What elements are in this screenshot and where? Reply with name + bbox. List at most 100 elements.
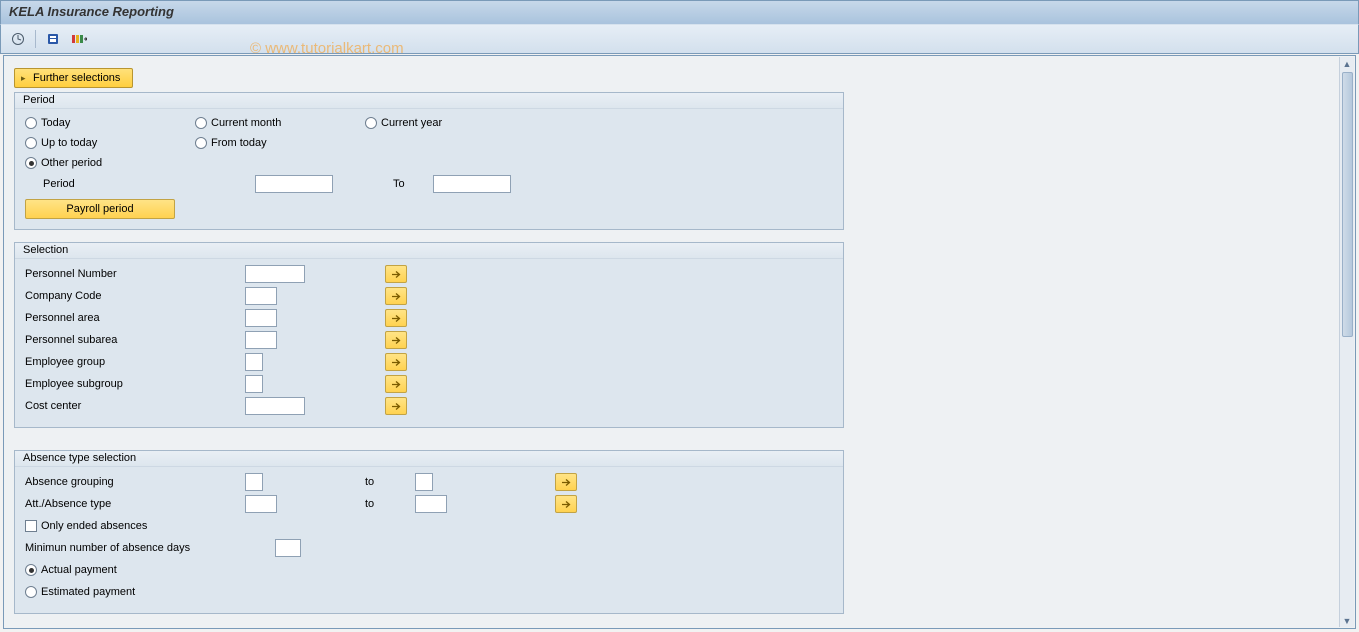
multiple-selection-button[interactable]	[385, 375, 407, 393]
arrow-right-icon	[391, 379, 402, 390]
multiple-selection-button[interactable]	[385, 331, 407, 349]
period-today-label: Today	[41, 117, 70, 129]
att-abs-type-label: Att./Absence type	[25, 498, 245, 510]
payroll-period-button[interactable]: Payroll period	[25, 199, 175, 219]
checkbox-icon	[25, 520, 37, 532]
period-uptotoday-radio[interactable]: Up to today	[25, 137, 195, 149]
radio-icon	[195, 117, 207, 129]
absence-group: Absence type selection Absence grouping …	[14, 450, 844, 614]
period-group-title: Period	[23, 94, 55, 106]
period-fromtoday-label: From today	[211, 137, 267, 149]
radio-icon-selected	[25, 564, 37, 576]
absence-to-label-2: to	[365, 498, 415, 510]
att-abs-type-to-input[interactable]	[415, 495, 447, 513]
att-abs-type-from-input[interactable]	[245, 495, 277, 513]
scroll-down-icon[interactable]: ▼	[1341, 614, 1354, 627]
period-to-label: To	[393, 178, 433, 190]
searchhelp-button[interactable]	[68, 29, 90, 49]
radio-icon	[25, 117, 37, 129]
arrow-right-icon	[391, 291, 402, 302]
selection-row: Employee group	[25, 351, 833, 373]
arrow-right-icon	[391, 313, 402, 324]
period-fromtoday-radio[interactable]: From today	[195, 137, 365, 149]
actual-payment-label: Actual payment	[41, 564, 117, 576]
payroll-period-label: Payroll period	[66, 203, 133, 215]
selection-group-title: Selection	[23, 244, 68, 256]
period-currentmonth-label: Current month	[211, 117, 281, 129]
personnel-area-input[interactable]	[245, 309, 277, 327]
selection-row: Personnel Number	[25, 263, 833, 285]
scroll-thumb[interactable]	[1342, 72, 1353, 337]
selection-label: Personnel subarea	[25, 334, 245, 346]
employee-group-input[interactable]	[245, 353, 263, 371]
absence-group-title: Absence type selection	[23, 452, 136, 464]
min-days-input[interactable]	[275, 539, 301, 557]
scroll-thumb-track[interactable]	[1342, 72, 1353, 612]
multiple-selection-button[interactable]	[385, 287, 407, 305]
radio-icon-selected	[25, 157, 37, 169]
multiple-selection-button[interactable]	[385, 309, 407, 327]
arrow-right-icon	[561, 477, 572, 488]
clock-execute-icon	[11, 32, 25, 46]
period-to-input[interactable]	[433, 175, 511, 193]
orgstructure-button[interactable]	[42, 29, 64, 49]
window-title-bar: KELA Insurance Reporting	[0, 0, 1359, 24]
arrow-right-icon	[561, 499, 572, 510]
personnel-subarea-input[interactable]	[245, 331, 277, 349]
multiple-selection-button[interactable]	[385, 397, 407, 415]
period-group: Period Today Current month Current year …	[14, 92, 844, 230]
further-selections-label: Further selections	[33, 72, 120, 84]
window-title: KELA Insurance Reporting	[9, 4, 174, 19]
estimated-payment-label: Estimated payment	[41, 586, 135, 598]
period-currentmonth-radio[interactable]: Current month	[195, 117, 365, 129]
selection-label: Personnel Number	[25, 268, 245, 280]
content-area: Further selections Period Today Current …	[3, 55, 1356, 629]
selection-label: Personnel area	[25, 312, 245, 324]
radio-icon	[25, 137, 37, 149]
absence-grouping-to-input[interactable]	[415, 473, 433, 491]
cost-center-input[interactable]	[245, 397, 305, 415]
period-from-input[interactable]	[255, 175, 333, 193]
actual-payment-radio[interactable]: Actual payment	[25, 564, 117, 576]
only-ended-checkbox[interactable]: Only ended absences	[25, 520, 147, 532]
selection-label: Cost center	[25, 400, 245, 412]
scroll-up-icon[interactable]: ▲	[1341, 57, 1354, 70]
vertical-scrollbar[interactable]: ▲ ▼	[1339, 57, 1354, 627]
employee-subgroup-input[interactable]	[245, 375, 263, 393]
arrow-right-icon	[391, 357, 402, 368]
min-days-label: Minimun number of absence days	[25, 542, 275, 554]
multiple-selection-button[interactable]	[385, 353, 407, 371]
company-code-input[interactable]	[245, 287, 277, 305]
arrow-right-icon	[391, 335, 402, 346]
arrow-right-icon	[391, 269, 402, 280]
period-currentyear-label: Current year	[381, 117, 442, 129]
further-selections-button[interactable]: Further selections	[14, 68, 133, 88]
absence-grouping-from-input[interactable]	[245, 473, 263, 491]
multiple-selection-button[interactable]	[555, 473, 577, 491]
selection-label: Employee subgroup	[25, 378, 245, 390]
selection-row: Cost center	[25, 395, 833, 417]
period-other-label: Other period	[41, 157, 102, 169]
selection-label: Company Code	[25, 290, 245, 302]
period-uptotoday-label: Up to today	[41, 137, 97, 149]
orgstructure-icon	[46, 32, 60, 46]
arrow-right-icon	[391, 401, 402, 412]
estimated-payment-radio[interactable]: Estimated payment	[25, 586, 135, 598]
radio-icon	[365, 117, 377, 129]
selection-row: Company Code	[25, 285, 833, 307]
multiple-selection-button[interactable]	[385, 265, 407, 283]
multiple-selection-button[interactable]	[555, 495, 577, 513]
only-ended-label: Only ended absences	[41, 520, 147, 532]
period-field-label: Period	[43, 178, 255, 190]
radio-icon	[195, 137, 207, 149]
period-other-radio[interactable]: Other period	[25, 157, 195, 169]
execute-button[interactable]	[7, 29, 29, 49]
absence-grouping-label: Absence grouping	[25, 476, 245, 488]
radio-icon	[25, 586, 37, 598]
absence-to-label: to	[365, 476, 415, 488]
personnel-number-input[interactable]	[245, 265, 305, 283]
application-toolbar	[0, 24, 1359, 54]
period-currentyear-radio[interactable]: Current year	[365, 117, 535, 129]
toolbar-separator	[35, 30, 36, 48]
period-today-radio[interactable]: Today	[25, 117, 195, 129]
